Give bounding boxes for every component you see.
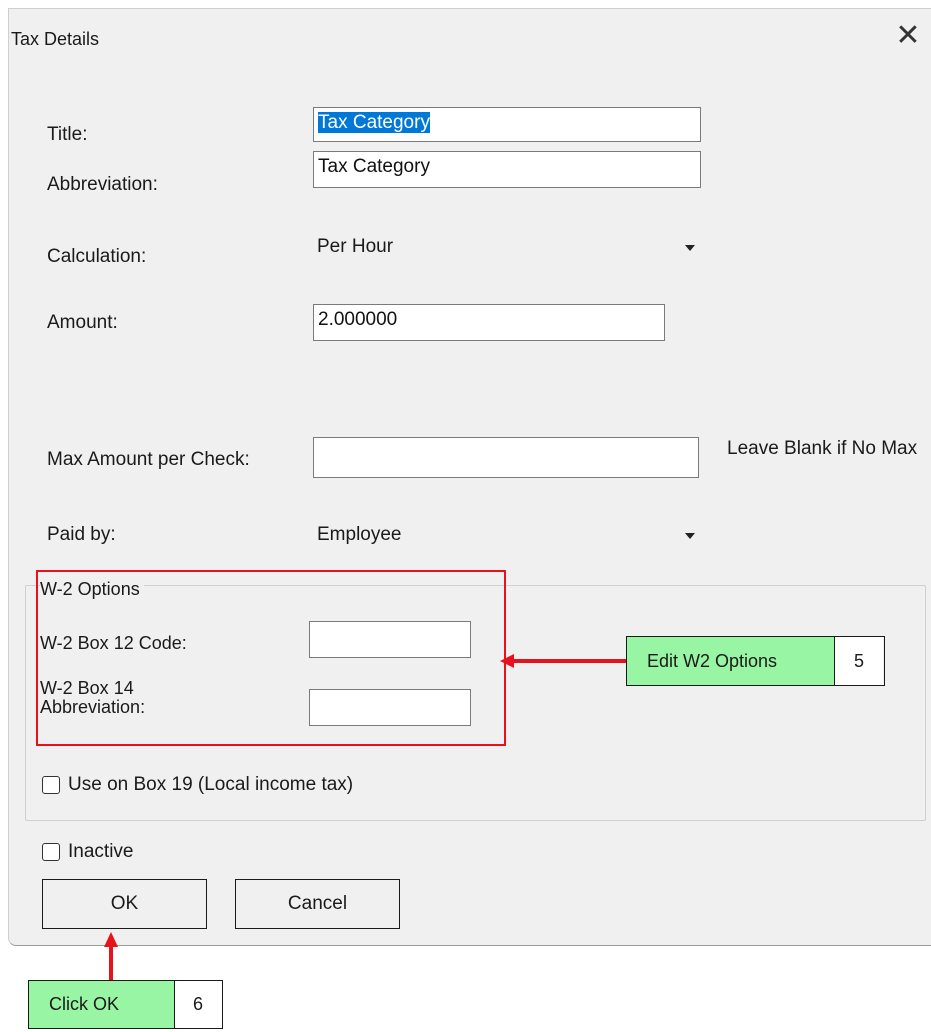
- title-input[interactable]: Tax Category: [313, 107, 701, 142]
- amount-input[interactable]: 2.000000: [313, 304, 665, 341]
- callout-edit-w2: Edit W2 Options 5: [626, 636, 885, 686]
- w2-highlight-box: [36, 570, 506, 746]
- amount-input-value: 2.000000: [318, 309, 398, 330]
- box19-label: Use on Box 19 (Local income tax): [68, 774, 354, 795]
- inactive-checkbox[interactable]: [42, 843, 60, 861]
- callout-click-ok-text: Click OK: [29, 981, 175, 1028]
- abbreviation-label: Abbreviation:: [47, 174, 158, 195]
- inactive-label: Inactive: [68, 841, 134, 862]
- max-amount-label: Max Amount per Check:: [47, 449, 250, 470]
- callout-edit-w2-step: 5: [835, 637, 883, 685]
- calculation-select[interactable]: Per Hour: [313, 229, 701, 267]
- paid-by-label: Paid by:: [47, 524, 116, 545]
- calculation-select-value: Per Hour: [317, 236, 394, 257]
- inactive-checkbox-row[interactable]: Inactive: [42, 841, 133, 863]
- box19-checkbox[interactable]: [42, 776, 60, 794]
- paid-by-select[interactable]: Employee: [313, 517, 701, 555]
- abbreviation-input[interactable]: Tax Category: [313, 151, 701, 188]
- callout-click-ok: Click OK 6: [28, 980, 223, 1029]
- callout-click-ok-step: 6: [175, 981, 221, 1028]
- paid-by-select-value: Employee: [317, 524, 402, 545]
- abbreviation-input-value: Tax Category: [318, 156, 430, 177]
- close-icon[interactable]: ✕: [885, 13, 931, 57]
- dialog-title: Tax Details: [11, 29, 100, 49]
- title-label: Title:: [47, 124, 88, 145]
- ok-button[interactable]: OK: [42, 879, 207, 929]
- cancel-button[interactable]: Cancel: [235, 879, 400, 929]
- chevron-down-icon: [685, 245, 695, 251]
- dialog-titlebar: Tax Details ✕: [9, 9, 931, 61]
- title-input-value: Tax Category: [318, 112, 430, 133]
- tax-details-dialog: Tax Details ✕ Title: Tax Category Abbrev…: [8, 8, 931, 946]
- chevron-down-icon: [685, 533, 695, 539]
- amount-label: Amount:: [47, 312, 118, 333]
- max-amount-input[interactable]: [313, 437, 699, 478]
- box19-checkbox-row[interactable]: Use on Box 19 (Local income tax): [42, 774, 353, 796]
- callout-edit-w2-text: Edit W2 Options: [627, 637, 835, 685]
- calculation-label: Calculation:: [47, 246, 147, 267]
- max-amount-hint: Leave Blank if No Max: [727, 438, 918, 459]
